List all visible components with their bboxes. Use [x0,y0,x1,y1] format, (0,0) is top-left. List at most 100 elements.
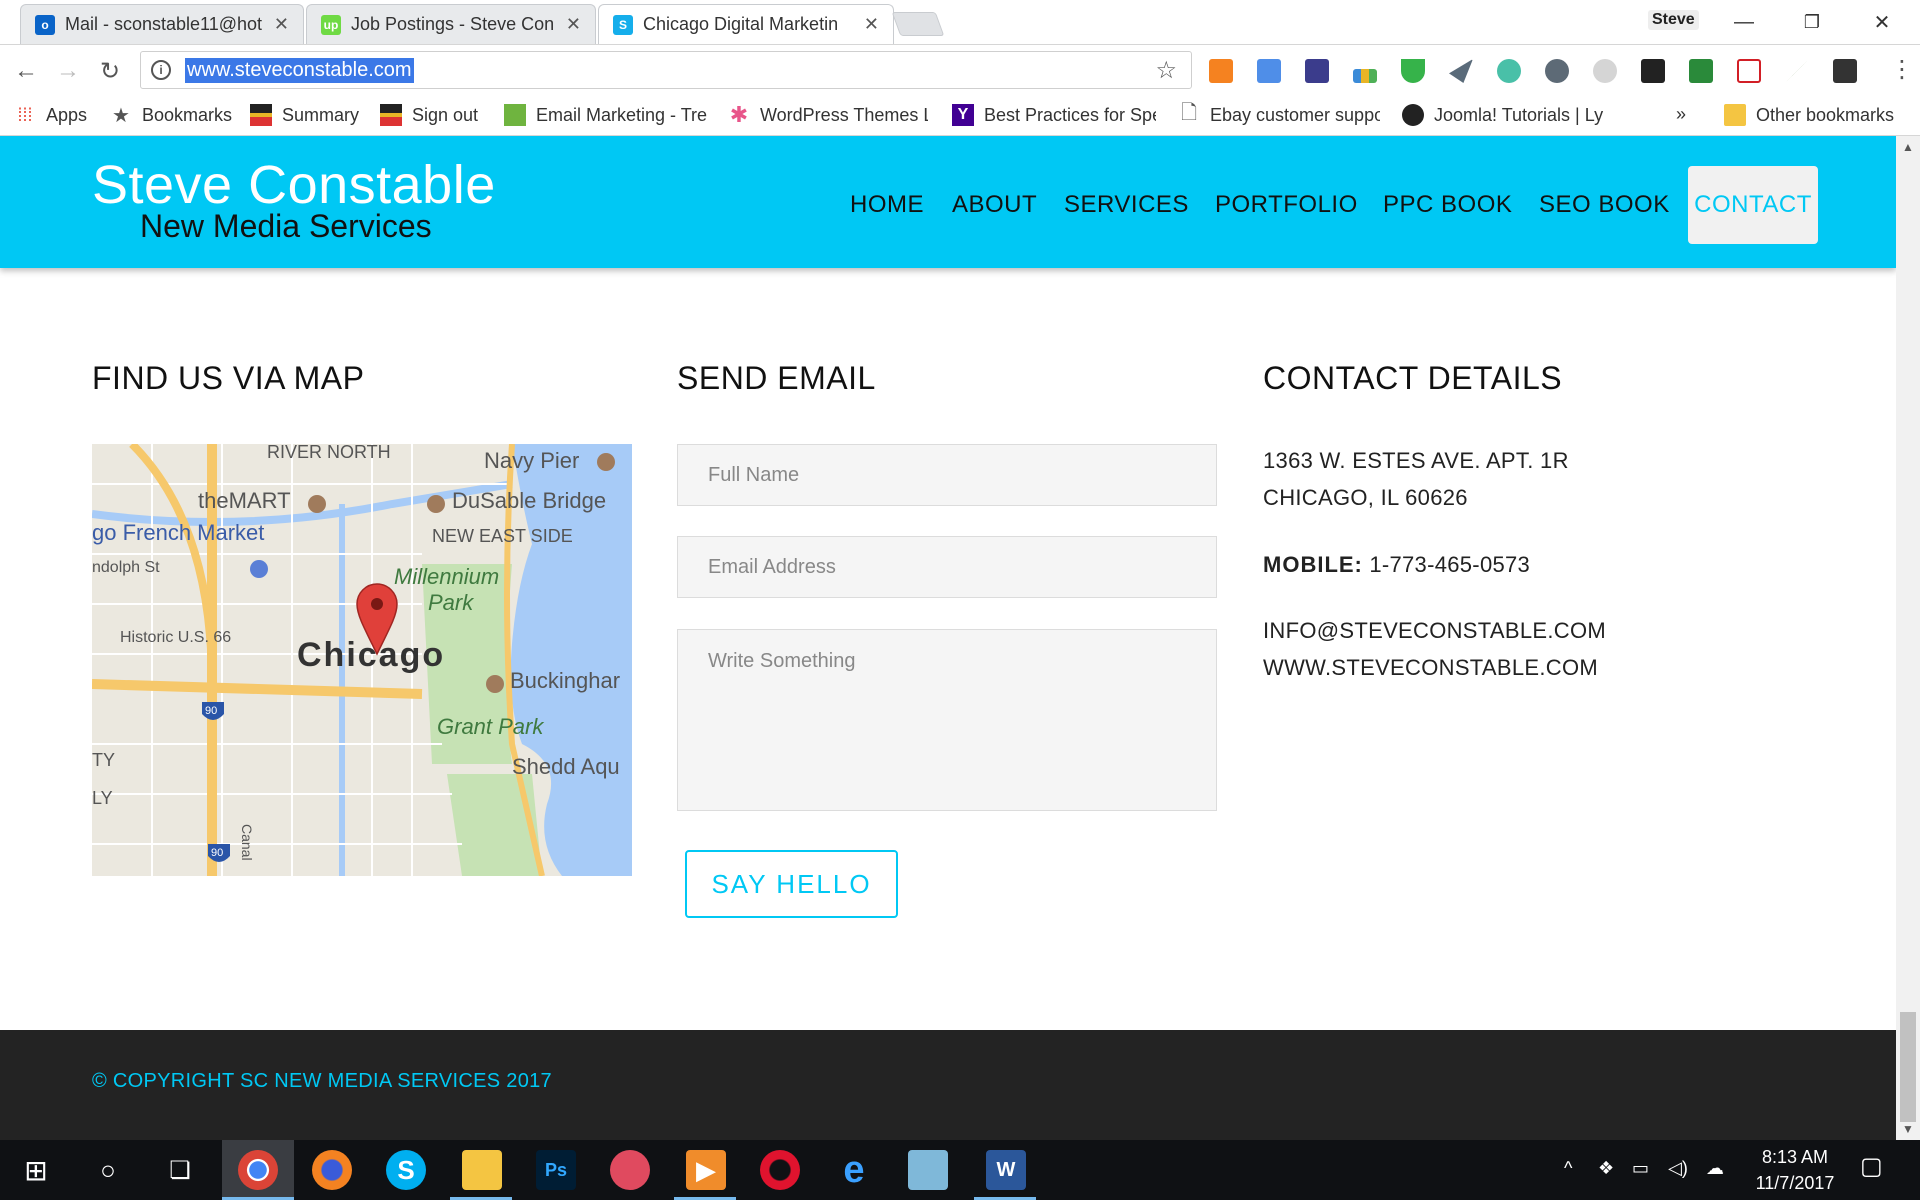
scroll-up-icon[interactable]: ▲ [1902,140,1914,154]
edge-taskbar-icon[interactable]: e [834,1149,874,1191]
bookmark-bookmarks[interactable]: ★ Bookmarks [110,104,232,127]
extension-send-icon[interactable] [1449,59,1473,83]
extension-cluster-icon[interactable] [1497,59,1521,83]
restore-icon[interactable]: ❐ [1784,6,1840,38]
folder-icon [1724,104,1746,126]
extension-cart-icon[interactable] [1737,59,1761,83]
email-address-input[interactable]: Email Address [677,536,1217,598]
volume-tray-icon[interactable]: ◁) [1668,1158,1688,1179]
say-hello-button[interactable]: SAY HELLO [685,850,898,918]
nav-home[interactable]: HOME [850,166,924,244]
address-url[interactable]: www.steveconstable.com [185,57,414,83]
extension-chart-icon[interactable] [1353,69,1377,83]
windows-start-icon[interactable]: ⊞ [16,1150,56,1190]
extension-books-icon[interactable] [1305,59,1329,83]
opera-taskbar-icon[interactable] [760,1150,800,1190]
taskbar-clock[interactable]: 8:13 AM 11/7/2017 [1742,1144,1848,1196]
nav-contact[interactable]: CONTACT [1688,166,1818,244]
page-scrollbar[interactable]: ▲ ▼ [1896,136,1920,1140]
map-label: Millennium [394,564,499,589]
task-view-icon[interactable]: ❏ [160,1150,200,1190]
map-label: Buckinghar [510,668,620,693]
extension-pen-icon[interactable] [1785,59,1809,83]
message-textarea[interactable]: Write Something [677,629,1217,811]
close-icon[interactable]: ✕ [274,14,289,35]
tab-chicago-digital-marketing[interactable]: S Chicago Digital Marketin ✕ [598,4,894,44]
bookmark-sign-out[interactable]: Sign out [380,104,478,126]
profile-button[interactable]: Steve [1648,10,1699,30]
close-window-icon[interactable]: ✕ [1854,6,1910,38]
chrome-menu-icon[interactable]: ⋮ [1890,55,1914,84]
contact-email-link[interactable]: INFO@STEVECONSTABLE.COM [1263,612,1606,649]
close-icon[interactable]: ✕ [864,14,879,35]
extension-circle-icon[interactable] [1593,59,1617,83]
bookmark-star-icon[interactable]: ☆ [1155,56,1177,85]
back-icon[interactable]: ← [12,57,40,85]
reload-icon[interactable]: ↻ [96,57,124,85]
bookmarks-bar: ⁞⁞⁞ Apps ★ Bookmarks Summary Sign out Em… [0,96,1920,136]
signout-icon [380,104,402,126]
paint-taskbar-icon[interactable] [610,1150,650,1190]
full-name-input[interactable]: Full Name [677,444,1217,506]
dropbox-tray-icon[interactable]: ❖ [1598,1158,1614,1179]
mobile-value[interactable]: 1-773-465-0573 [1369,552,1530,577]
mobile-label: MOBILE: [1263,552,1363,577]
bookmark-label: Best Practices for Spe [984,104,1156,125]
bookmark-ebay-support[interactable]: 🗋 Ebay customer suppo [1178,102,1380,126]
address-bar[interactable]: i www.steveconstable.com ☆ [140,51,1192,89]
bookmark-wordpress-themes[interactable]: ✱ WordPress Themes L [728,102,928,127]
skype-taskbar-icon[interactable]: S [386,1150,426,1190]
extension-m-icon[interactable] [1833,59,1857,83]
file-explorer-taskbar-icon[interactable] [462,1150,502,1190]
onedrive-tray-icon[interactable]: ☁ [1706,1158,1724,1179]
bookmarks-overflow-button[interactable]: » [1676,104,1686,125]
bookmark-summary[interactable]: Summary [250,104,359,126]
minimize-icon[interactable]: — [1716,6,1772,38]
action-center-icon[interactable]: ▢ [1860,1152,1883,1181]
bookmark-joomla-tutorials[interactable]: Joomla! Tutorials | Ly [1402,104,1604,126]
bookmark-apps[interactable]: ⁞⁞⁞ Apps [14,104,87,126]
network-tray-icon[interactable]: ▭ [1632,1158,1649,1179]
google-map[interactable]: RIVER NORTH Navy Pier theMART DuSable Br… [92,444,632,876]
photoshop-taskbar-icon[interactable]: Ps [536,1150,576,1190]
extension-dollar-icon[interactable] [1689,59,1713,83]
chrome-taskbar-icon[interactable] [238,1150,278,1190]
extension-shield-icon[interactable] [1401,59,1425,83]
word-taskbar-icon[interactable]: W [986,1150,1026,1190]
scroll-down-icon[interactable]: ▼ [1902,1122,1914,1136]
notepad-taskbar-icon[interactable] [908,1150,948,1190]
nav-ppc-book[interactable]: PPC BOOK [1383,166,1512,244]
bookmark-other-bookmarks[interactable]: Other bookmarks [1724,104,1894,126]
nav-portfolio[interactable]: PORTFOLIO [1215,166,1358,244]
info-icon[interactable]: i [151,60,171,80]
new-tab-button[interactable] [891,12,945,36]
bookmark-best-practices[interactable]: Y Best Practices for Spe [952,104,1156,126]
scrollbar-thumb[interactable] [1900,1012,1916,1122]
video-player-taskbar-icon[interactable]: ▶ [686,1150,726,1190]
bookmark-email-marketing[interactable]: Email Marketing - Tre [504,104,708,126]
mobile-line: MOBILE: 1-773-465-0573 [1263,546,1530,583]
nav-services[interactable]: SERVICES [1064,166,1189,244]
nav-about[interactable]: ABOUT [952,166,1037,244]
map-label: Canal [239,824,255,861]
bookmark-label: Apps [46,104,88,125]
show-hidden-icons[interactable]: ^ [1564,1158,1572,1179]
email-marketing-icon [504,104,526,126]
extension-amazon-icon[interactable] [1641,59,1665,83]
contact-website-link[interactable]: WWW.STEVECONSTABLE.COM [1263,649,1606,686]
extension-analytics-icon[interactable] [1209,59,1233,83]
bookmark-label: Email Marketing - Tre [536,104,708,125]
extension-tab-icon[interactable] [1257,59,1281,83]
tab-job-postings[interactable]: up Job Postings - Steve Con ✕ [306,4,596,44]
outlook-icon: o [35,14,55,35]
close-icon[interactable]: ✕ [566,14,581,35]
extension-eye-icon[interactable] [1545,59,1569,83]
map-label: 90 [205,705,217,717]
forward-icon[interactable]: → [54,57,82,85]
map-label: DuSable Bridge [452,488,606,513]
firefox-taskbar-icon[interactable] [312,1150,352,1190]
tab-mail[interactable]: o Mail - sconstable11@hot ✕ [20,4,304,44]
cortana-search-icon[interactable]: ○ [88,1150,128,1190]
apps-grid-icon: ⁞⁞⁞ [17,104,33,125]
nav-seo-book[interactable]: SEO BOOK [1539,166,1670,244]
